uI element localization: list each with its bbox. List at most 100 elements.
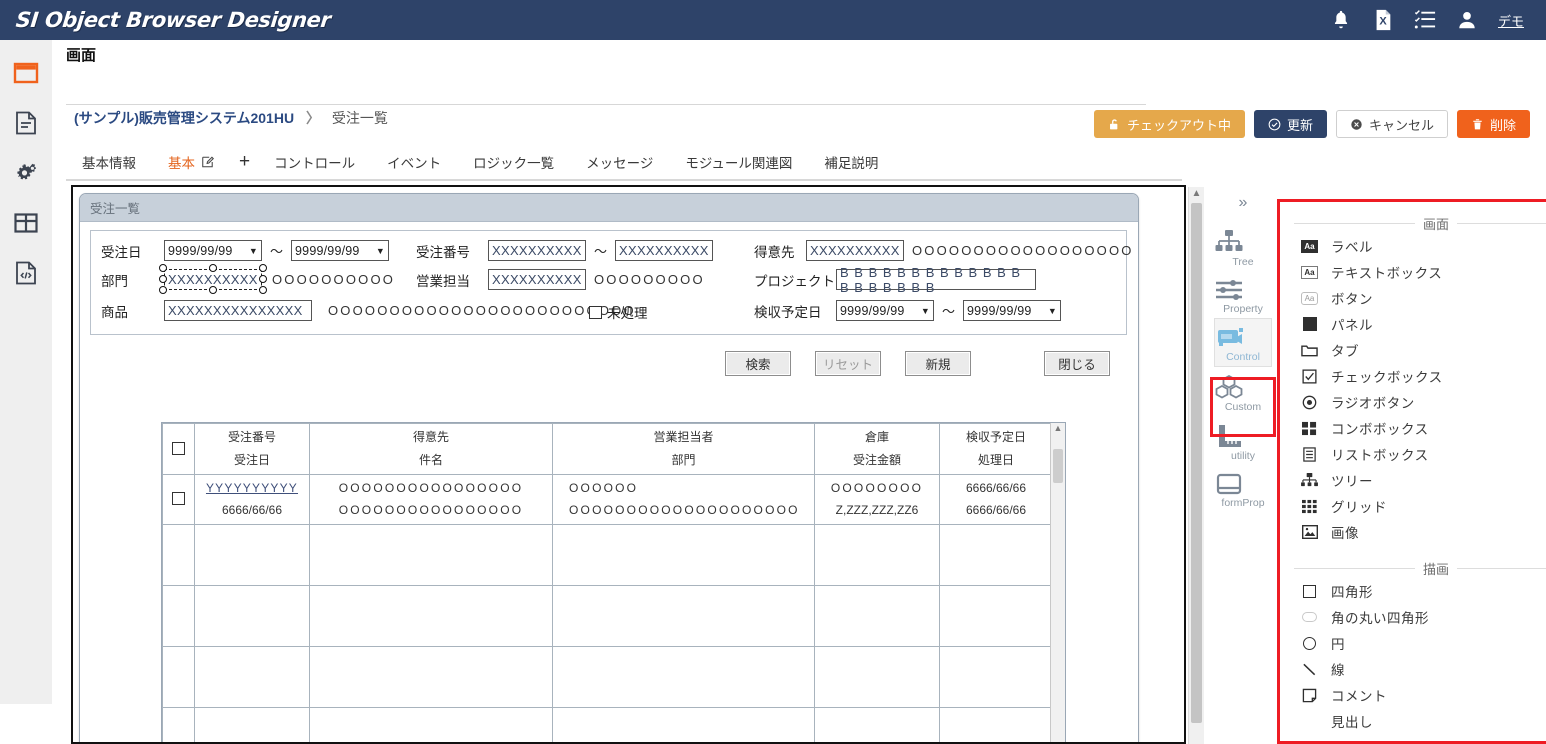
th-customer[interactable]: 得意先 件名 bbox=[309, 423, 553, 475]
form-panel[interactable]: 受注一覧 受注日 9999/99/99 ▼ 〜 9999/99/99 ▼ 受注番… bbox=[79, 193, 1139, 742]
sidebar-item-screen[interactable] bbox=[0, 48, 52, 98]
inspection-date-from-combo[interactable]: 9999/99/99 ▼ bbox=[836, 300, 934, 321]
row-select-cell[interactable] bbox=[162, 707, 195, 742]
close-button[interactable]: 閉じる bbox=[1044, 351, 1110, 376]
order-date-to-combo[interactable]: 9999/99/99 ▼ bbox=[291, 240, 390, 261]
task-list-icon[interactable] bbox=[1414, 9, 1436, 31]
select-all-checkbox[interactable] bbox=[172, 441, 185, 455]
tab-control[interactable]: コントロール bbox=[258, 148, 371, 176]
palette-item-circle[interactable]: 円 bbox=[1280, 630, 1546, 656]
resize-handle-s[interactable] bbox=[209, 286, 217, 294]
table-row[interactable] bbox=[162, 524, 1053, 587]
sidebar-item-table[interactable] bbox=[0, 198, 52, 248]
table-row[interactable] bbox=[162, 707, 1053, 742]
palette-item-comment[interactable]: コメント bbox=[1280, 682, 1546, 708]
project-input[interactable]: B B B B B B B B B B B B B B B B B B B B bbox=[836, 265, 1036, 295]
resize-handle-nw[interactable] bbox=[159, 264, 167, 272]
customer-input[interactable]: XXXXXXXXXX bbox=[806, 240, 904, 261]
palette-item-grid[interactable]: グリッド bbox=[1280, 493, 1546, 519]
excel-export-icon[interactable]: X bbox=[1372, 9, 1394, 31]
palette-item-textbox[interactable]: Aa テキストボックス bbox=[1280, 259, 1546, 285]
tool-tree[interactable]: Tree bbox=[1214, 222, 1272, 271]
row-select-cell[interactable] bbox=[162, 473, 195, 526]
palette-item-listbox[interactable]: リストボックス bbox=[1280, 441, 1546, 467]
scroll-thumb[interactable] bbox=[1191, 203, 1202, 723]
checkout-button[interactable]: チェックアウト中 bbox=[1093, 110, 1245, 138]
inspection-date-to-combo[interactable]: 9999/99/99 ▼ bbox=[963, 300, 1062, 321]
resize-handle-se[interactable] bbox=[259, 286, 267, 294]
th-order-no[interactable]: 受注番号 受注日 bbox=[194, 423, 310, 475]
delete-button[interactable]: 削除 bbox=[1456, 110, 1530, 138]
add-tab-button[interactable]: + bbox=[231, 148, 258, 176]
new-button[interactable]: 新規 bbox=[905, 351, 971, 376]
sales-rep-input[interactable]: XXXXXXXXXX bbox=[488, 269, 586, 290]
tab-event[interactable]: イベント bbox=[371, 148, 457, 176]
resize-handle-e[interactable] bbox=[259, 275, 267, 283]
tool-custom[interactable]: Custom bbox=[1214, 367, 1272, 416]
th-sales-rep[interactable]: 営業担当者 部門 bbox=[552, 423, 815, 475]
bell-icon[interactable] bbox=[1330, 9, 1352, 31]
product-input[interactable]: XXXXXXXXXXXXXXX bbox=[164, 300, 312, 321]
unprocessed-checkbox[interactable] bbox=[589, 305, 602, 319]
scroll-up-arrow[interactable]: ▲ bbox=[1189, 187, 1204, 201]
sidebar-item-code[interactable] bbox=[0, 248, 52, 298]
palette-item-tree[interactable]: ツリー bbox=[1280, 467, 1546, 493]
resize-handle-n[interactable] bbox=[209, 264, 217, 272]
user-name-link[interactable]: デモ bbox=[1498, 11, 1524, 30]
palette-item-label[interactable]: Aa ラベル bbox=[1280, 233, 1546, 259]
order-no-to-input[interactable]: XXXXXXXXXX bbox=[615, 240, 714, 261]
row-select-cell[interactable] bbox=[162, 524, 195, 587]
row-checkbox[interactable] bbox=[172, 492, 185, 506]
resize-handle-ne[interactable] bbox=[259, 264, 267, 272]
tool-property[interactable]: Property bbox=[1214, 271, 1272, 318]
tab-basic[interactable]: 基本 bbox=[152, 148, 231, 176]
designer-canvas[interactable]: 受注一覧 受注日 9999/99/99 ▼ 〜 9999/99/99 ▼ 受注番… bbox=[71, 185, 1186, 744]
tab-module-diagram[interactable]: モジュール関連図 bbox=[669, 148, 808, 176]
th-inspection-date[interactable]: 検収予定日 処理日 bbox=[939, 423, 1053, 475]
tab-logic-list[interactable]: ロジック一覧 bbox=[457, 148, 570, 176]
palette-item-square[interactable]: 四角形 bbox=[1280, 578, 1546, 604]
order-date-from-combo[interactable]: 9999/99/99 ▼ bbox=[164, 240, 262, 261]
tool-utility[interactable]: utility bbox=[1214, 416, 1272, 465]
palette-item-panel[interactable]: パネル bbox=[1280, 311, 1546, 337]
canvas-scrollbar[interactable]: ▲ bbox=[1188, 187, 1204, 744]
tool-formprop[interactable]: formProp bbox=[1214, 465, 1272, 512]
tool-control[interactable]: Control bbox=[1214, 318, 1272, 367]
scroll-up-arrow[interactable]: ▲ bbox=[1051, 423, 1065, 433]
edit-pencil-icon[interactable] bbox=[201, 155, 215, 169]
palette-item-heading[interactable]: 見出し bbox=[1280, 708, 1546, 734]
palette-item-button[interactable]: Aa ボタン bbox=[1280, 285, 1546, 311]
tab-supplement[interactable]: 補足説明 bbox=[808, 148, 894, 176]
order-grid[interactable]: 受注番号 受注日 得意先 件名 営業担当者 部門 倉庫 受注金額 検収予定日 処理日 YY… bbox=[161, 422, 1066, 742]
resize-handle-w[interactable] bbox=[159, 275, 167, 283]
table-row[interactable] bbox=[162, 585, 1053, 648]
table-row[interactable] bbox=[162, 646, 1053, 709]
cancel-button[interactable]: キャンセル bbox=[1335, 110, 1448, 138]
department-selection[interactable]: XXXXXXXXXX bbox=[159, 264, 267, 294]
palette-item-combobox[interactable]: コンボボックス bbox=[1280, 415, 1546, 441]
order-no-link[interactable]: YYYYYYYYYY bbox=[199, 477, 305, 500]
table-row[interactable]: YYYYYYYYYY 6666/66/66 OOOOOOOOOOOOOOOO OOO… bbox=[162, 473, 1053, 526]
search-button[interactable]: 検索 bbox=[725, 351, 791, 376]
sidebar-item-settings[interactable] bbox=[0, 148, 52, 198]
row-select-cell[interactable] bbox=[162, 585, 195, 648]
select-all-cell[interactable] bbox=[162, 423, 195, 475]
tab-message[interactable]: メッセージ bbox=[570, 148, 669, 176]
collapse-panel-button[interactable]: » bbox=[1212, 188, 1274, 222]
order-no-from-input[interactable]: XXXXXXXXXX bbox=[488, 240, 586, 261]
palette-item-radio[interactable]: ラジオボタン bbox=[1280, 389, 1546, 415]
palette-item-image[interactable]: 画像 bbox=[1280, 519, 1546, 545]
row-select-cell[interactable] bbox=[162, 646, 195, 709]
scroll-thumb[interactable] bbox=[1053, 449, 1063, 483]
palette-item-rounded-square[interactable]: 角の丸い四角形 bbox=[1280, 604, 1546, 630]
palette-item-checkbox[interactable]: チェックボックス bbox=[1280, 363, 1546, 389]
update-button[interactable]: 更新 bbox=[1253, 110, 1327, 138]
sidebar-item-document[interactable] bbox=[0, 98, 52, 148]
breadcrumb-root[interactable]: (サンプル)販売管理システム201HU bbox=[74, 110, 294, 126]
palette-item-tab[interactable]: タブ bbox=[1280, 337, 1546, 363]
reset-button[interactable]: リセット bbox=[815, 351, 881, 376]
th-warehouse[interactable]: 倉庫 受注金額 bbox=[814, 423, 940, 475]
tab-basic-info[interactable]: 基本情報 bbox=[66, 148, 152, 176]
grid-scrollbar[interactable]: ▲ bbox=[1050, 423, 1065, 742]
palette-item-line[interactable]: 線 bbox=[1280, 656, 1546, 682]
